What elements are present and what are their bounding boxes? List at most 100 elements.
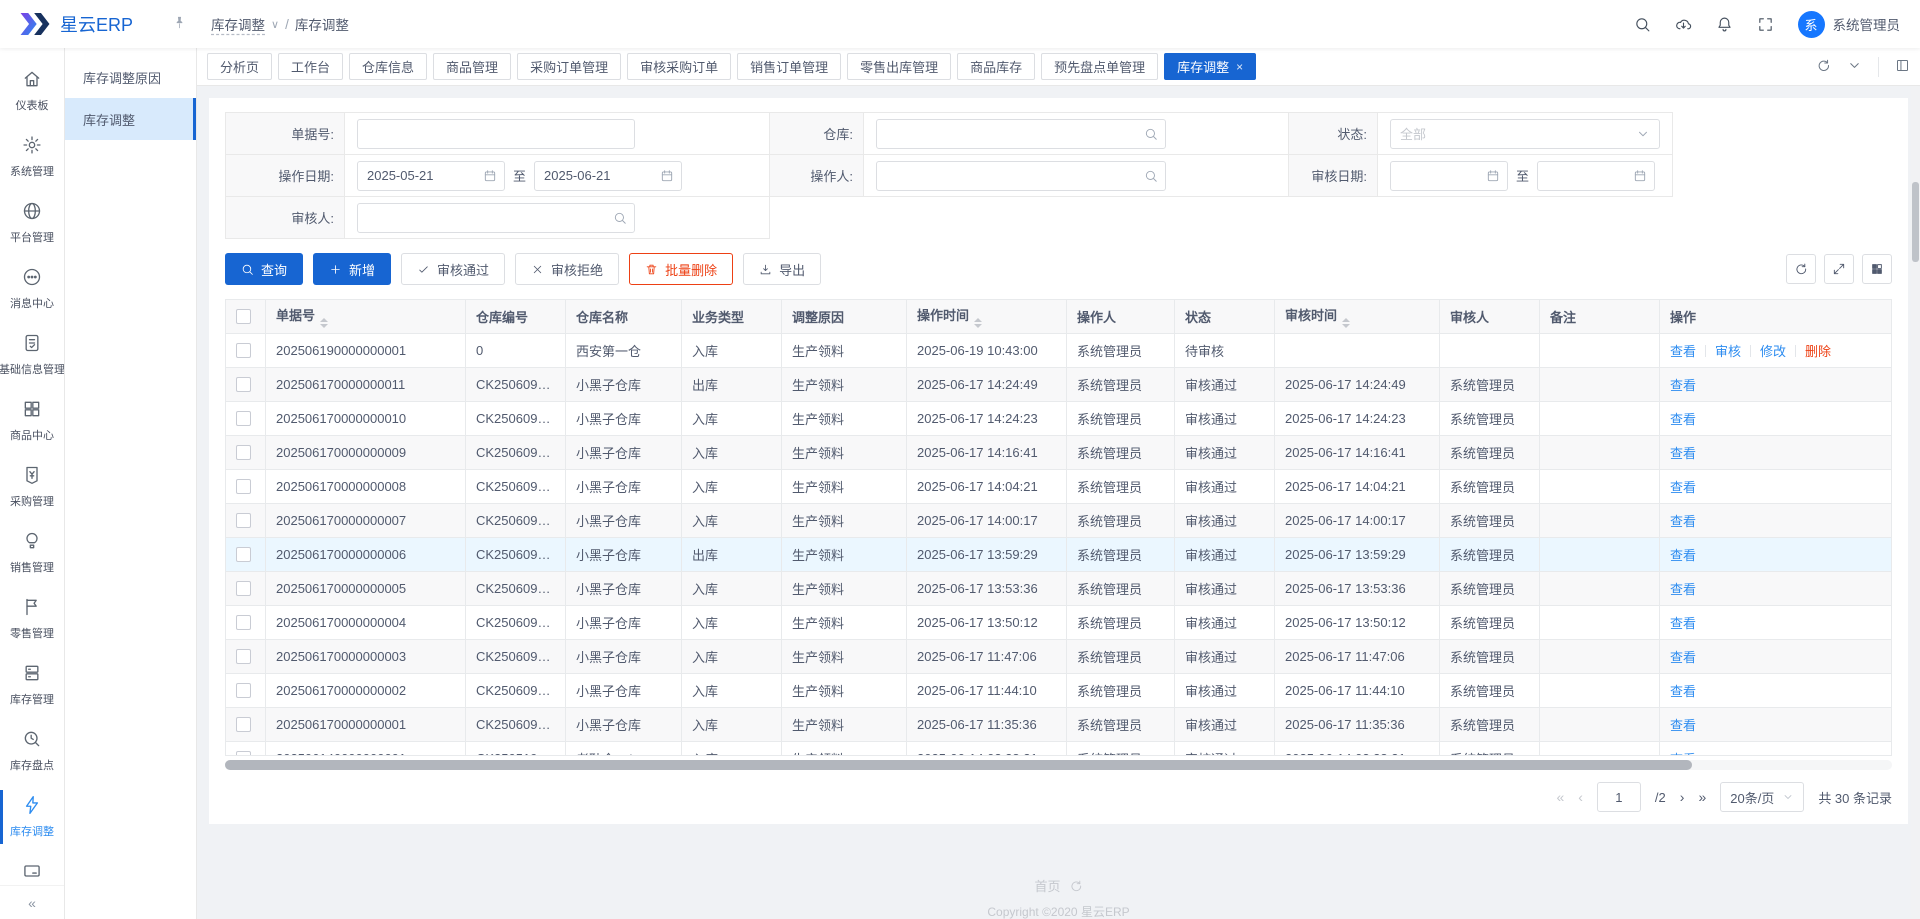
refresh-icon[interactable] bbox=[1816, 58, 1831, 76]
tab-预先盘点单管理[interactable]: 预先盘点单管理 bbox=[1041, 53, 1158, 80]
last-page-button[interactable]: » bbox=[1698, 789, 1706, 805]
submenu-item-库存调整原因[interactable]: 库存调整原因 bbox=[65, 56, 196, 98]
next-page-button[interactable]: › bbox=[1680, 789, 1685, 805]
sidebar-item-销售管理[interactable]: 销售管理 bbox=[0, 520, 64, 586]
prev-page-button[interactable]: ‹ bbox=[1578, 789, 1583, 805]
row-checkbox[interactable] bbox=[236, 751, 251, 756]
current-page-input[interactable]: 1 bbox=[1597, 782, 1641, 812]
view-link[interactable]: 查看 bbox=[1670, 412, 1696, 427]
view-link[interactable]: 查看 bbox=[1670, 344, 1696, 359]
sort-icon[interactable] bbox=[320, 318, 328, 328]
op-user-input[interactable] bbox=[876, 161, 1166, 191]
view-link[interactable]: 查看 bbox=[1670, 582, 1696, 597]
columns-button[interactable] bbox=[1862, 254, 1892, 284]
sidebar-item-消息中心[interactable]: 消息中心 bbox=[0, 256, 64, 322]
sidebar-item-平台管理[interactable]: 平台管理 bbox=[0, 190, 64, 256]
view-link[interactable]: 查看 bbox=[1670, 752, 1696, 756]
view-link[interactable]: 查看 bbox=[1670, 718, 1696, 733]
add-button[interactable]: 新增 bbox=[313, 253, 391, 285]
audit-date-from-input[interactable] bbox=[1390, 161, 1508, 191]
row-checkbox[interactable] bbox=[236, 411, 251, 426]
sort-icon[interactable] bbox=[974, 318, 982, 328]
op-date-from-input[interactable] bbox=[357, 161, 505, 191]
search-icon[interactable] bbox=[1634, 16, 1651, 33]
tab-库存调整[interactable]: 库存调整× bbox=[1164, 53, 1256, 80]
sidebar-item-仪表板[interactable]: 仪表板 bbox=[0, 58, 64, 124]
footer-home-link[interactable]: 首页 bbox=[1034, 876, 1082, 895]
sidebar-item-库存盘点[interactable]: 库存盘点 bbox=[0, 718, 64, 784]
breadcrumb-root[interactable]: 库存调整 bbox=[211, 14, 265, 34]
sidebar-item-系统管理[interactable]: 系统管理 bbox=[0, 124, 64, 190]
bell-icon[interactable] bbox=[1716, 16, 1733, 33]
row-checkbox[interactable] bbox=[236, 479, 251, 494]
view-link[interactable]: 查看 bbox=[1670, 684, 1696, 699]
select-all-checkbox[interactable] bbox=[236, 309, 251, 324]
layout-icon[interactable] bbox=[1895, 58, 1910, 76]
sidebar-collapse-button[interactable]: « bbox=[0, 885, 64, 919]
warehouse-input[interactable] bbox=[876, 119, 1166, 149]
row-checkbox[interactable] bbox=[236, 649, 251, 664]
submenu-item-库存调整[interactable]: 库存调整 bbox=[65, 98, 196, 140]
page-size-select[interactable]: 20条/页 bbox=[1720, 782, 1804, 812]
close-icon[interactable]: × bbox=[1236, 60, 1243, 74]
tab-零售出库管理[interactable]: 零售出库管理 bbox=[847, 53, 951, 80]
user-menu[interactable]: 系 系统管理员 bbox=[1798, 11, 1901, 38]
status-select[interactable]: 全部 bbox=[1390, 119, 1660, 149]
vertical-scrollbar-thumb[interactable] bbox=[1912, 182, 1919, 262]
vertical-scrollbar[interactable] bbox=[1911, 86, 1920, 919]
sidebar-item-库存管理[interactable]: 库存管理 bbox=[0, 652, 64, 718]
view-link[interactable]: 查看 bbox=[1670, 480, 1696, 495]
sidebar-item-库存调整[interactable]: 库存调整 bbox=[0, 784, 64, 850]
cloud-download-icon[interactable] bbox=[1675, 16, 1692, 33]
tab-销售订单管理[interactable]: 销售订单管理 bbox=[737, 53, 841, 80]
sidebar-item-结算管理[interactable]: 结算管理 bbox=[0, 850, 64, 885]
tab-仓库信息[interactable]: 仓库信息 bbox=[349, 53, 427, 80]
audit-link[interactable]: 审核 bbox=[1715, 344, 1741, 359]
sort-icon[interactable] bbox=[1342, 318, 1350, 328]
sidebar-item-零售管理[interactable]: 零售管理 bbox=[0, 586, 64, 652]
view-link[interactable]: 查看 bbox=[1670, 514, 1696, 529]
reject-button[interactable]: 审核拒绝 bbox=[515, 253, 619, 285]
sidebar-item-商品中心[interactable]: 商品中心 bbox=[0, 388, 64, 454]
row-checkbox[interactable] bbox=[236, 615, 251, 630]
export-button[interactable]: 导出 bbox=[743, 253, 821, 285]
edit-link[interactable]: 修改 bbox=[1760, 344, 1786, 359]
maximize-button[interactable] bbox=[1824, 254, 1854, 284]
horizontal-scrollbar-thumb[interactable] bbox=[225, 760, 1692, 770]
view-link[interactable]: 查看 bbox=[1670, 616, 1696, 631]
sidebar-item-基础信息管理[interactable]: 基础信息管理 bbox=[0, 322, 64, 388]
tab-商品管理[interactable]: 商品管理 bbox=[433, 53, 511, 80]
audit-date-to-input[interactable] bbox=[1537, 161, 1655, 191]
view-link[interactable]: 查看 bbox=[1670, 650, 1696, 665]
delete-link[interactable]: 删除 bbox=[1805, 344, 1831, 359]
row-checkbox[interactable] bbox=[236, 683, 251, 698]
chevron-down-icon[interactable] bbox=[1847, 58, 1862, 76]
bill-no-input[interactable] bbox=[357, 119, 635, 149]
batch-delete-button[interactable]: 批量删除 bbox=[629, 253, 733, 285]
row-checkbox[interactable] bbox=[236, 581, 251, 596]
tab-商品库存[interactable]: 商品库存 bbox=[957, 53, 1035, 80]
view-link[interactable]: 查看 bbox=[1670, 446, 1696, 461]
tab-审核采购订单[interactable]: 审核采购订单 bbox=[627, 53, 731, 80]
view-link[interactable]: 查看 bbox=[1670, 548, 1696, 563]
refresh-button[interactable] bbox=[1786, 254, 1816, 284]
fullscreen-icon[interactable] bbox=[1757, 16, 1774, 33]
tab-工作台[interactable]: 工作台 bbox=[278, 53, 343, 80]
view-link[interactable]: 查看 bbox=[1670, 378, 1696, 393]
first-page-button[interactable]: « bbox=[1556, 789, 1564, 805]
row-checkbox[interactable] bbox=[236, 547, 251, 562]
auditor-input[interactable] bbox=[357, 203, 635, 233]
row-checkbox[interactable] bbox=[236, 513, 251, 528]
row-checkbox[interactable] bbox=[236, 343, 251, 358]
sidebar-item-采购管理[interactable]: 采购管理 bbox=[0, 454, 64, 520]
row-checkbox[interactable] bbox=[236, 445, 251, 460]
op-date-to-input[interactable] bbox=[534, 161, 682, 191]
tab-采购订单管理[interactable]: 采购订单管理 bbox=[517, 53, 621, 80]
row-checkbox[interactable] bbox=[236, 717, 251, 732]
horizontal-scrollbar[interactable] bbox=[225, 760, 1892, 770]
pin-icon[interactable] bbox=[172, 15, 187, 33]
chevron-down-icon[interactable]: ∨ bbox=[271, 18, 279, 31]
app-logo[interactable] bbox=[18, 12, 52, 36]
tab-分析页[interactable]: 分析页 bbox=[207, 53, 272, 80]
row-checkbox[interactable] bbox=[236, 377, 251, 392]
